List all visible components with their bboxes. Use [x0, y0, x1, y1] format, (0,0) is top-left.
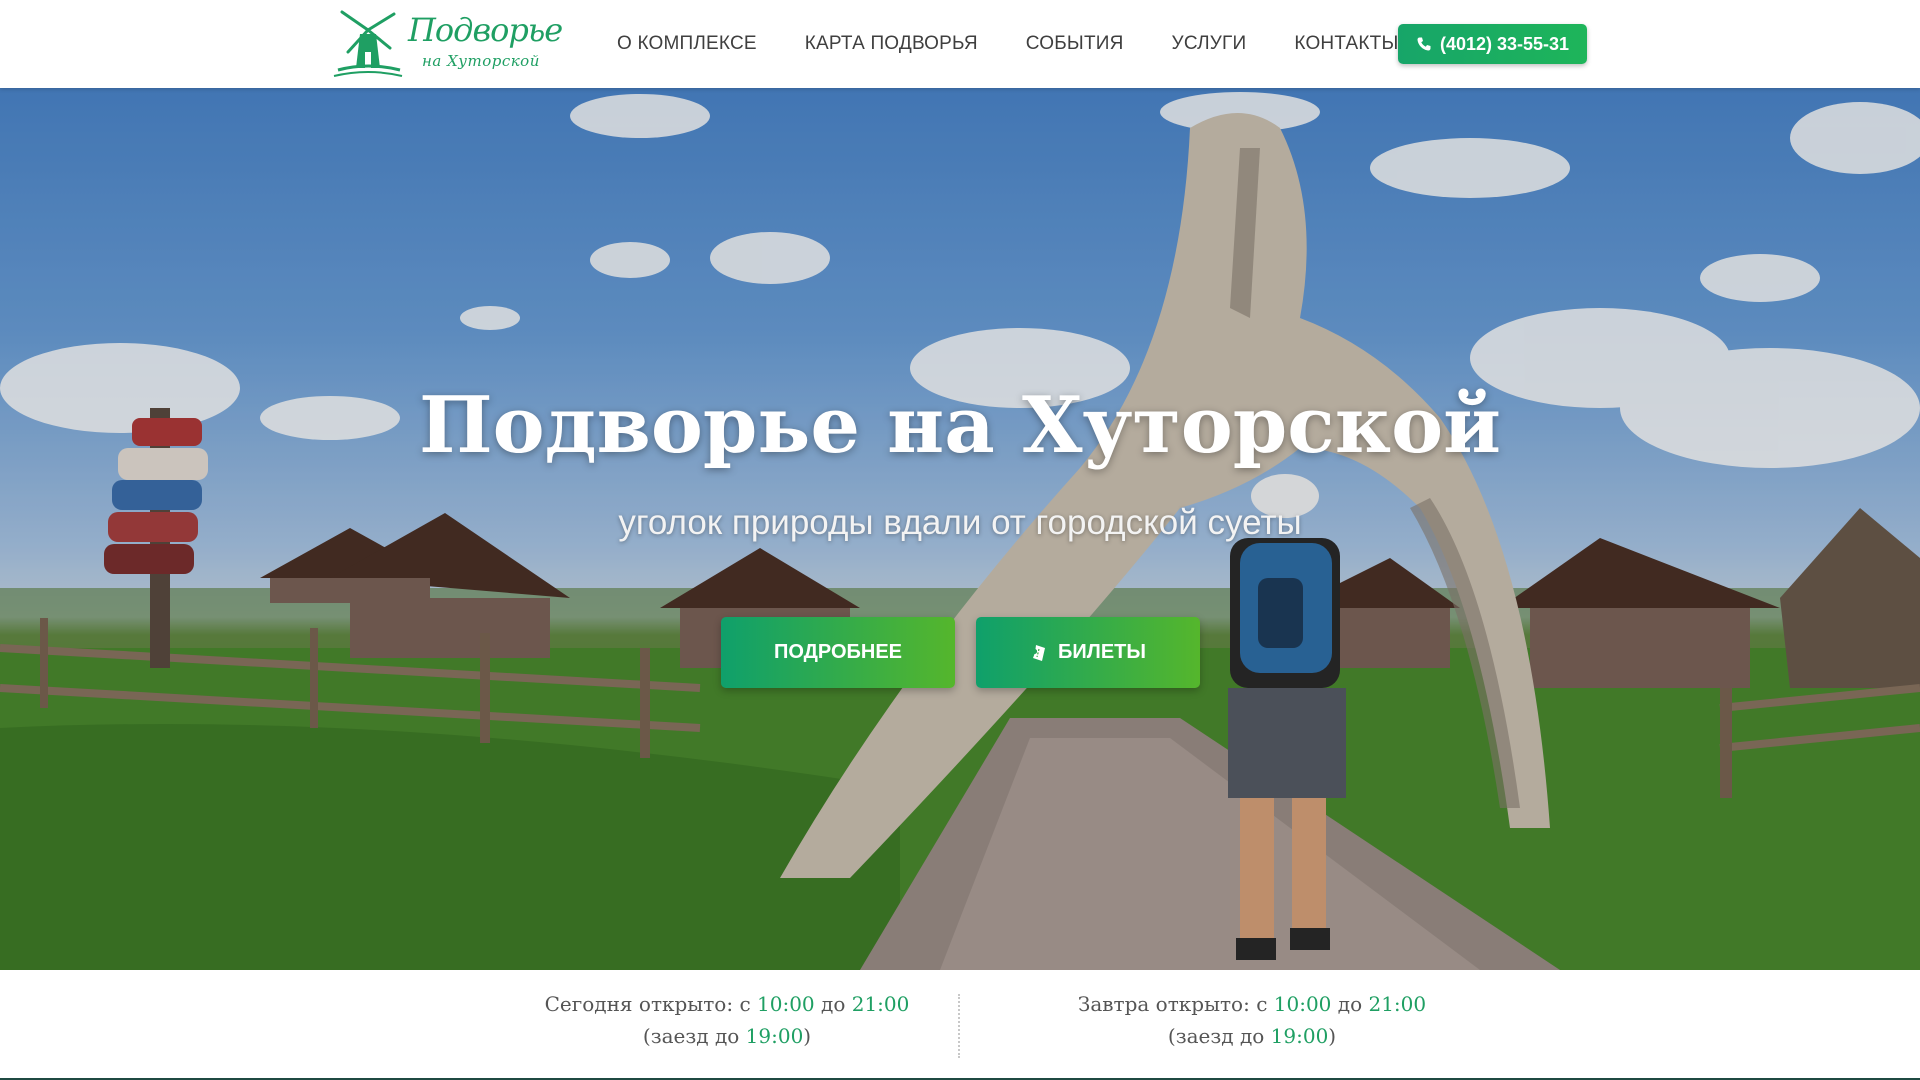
- ticket-icon: [1033, 644, 1046, 661]
- hours-tomorrow-close: 21:00: [1368, 992, 1427, 1016]
- hours-tomorrow-open: 10:00: [1273, 992, 1332, 1016]
- nav-item-about[interactable]: О комплексе: [617, 33, 757, 55]
- hero-banner: Подворье на Хуторской уголок природы вда…: [0, 88, 1920, 970]
- tickets-button-label: Билеты: [1058, 641, 1146, 663]
- hours-tomorrow: Завтра открыто: с 10:00 до 21:00 (заезд …: [1022, 988, 1482, 1052]
- hours-to-word: до: [1337, 992, 1363, 1016]
- nav-item-map[interactable]: Карта подворья: [805, 33, 978, 55]
- hours-today-checkin: 19:00: [745, 1024, 804, 1048]
- phone-number: (4012) 33-55-31: [1439, 33, 1570, 54]
- hours-today-label: Сегодня открыто:: [544, 992, 734, 1016]
- hours-divider: [958, 994, 960, 1058]
- hours-to-word: до: [821, 992, 846, 1016]
- hours-today-open: 10:00: [757, 992, 815, 1016]
- hours-checkin-suffix: ): [1328, 1024, 1337, 1048]
- site-header: Подворье на Хуторской О комплексе Карта …: [0, 0, 1920, 88]
- nav-item-events[interactable]: События: [1026, 33, 1124, 55]
- phone-button[interactable]: (4012) 33-55-31: [1398, 24, 1587, 64]
- opening-hours: Сегодня открыто: с 10:00 до 21:00 (заезд…: [0, 970, 1920, 1080]
- hours-from-word: с: [739, 992, 751, 1016]
- hours-tomorrow-label: Завтра открыто:: [1077, 992, 1250, 1016]
- windmill-icon: [333, 10, 403, 77]
- hours-tomorrow-checkin: 19:00: [1270, 1024, 1329, 1048]
- hero-subtitle: уголок природы вдали от городской суеты: [618, 503, 1302, 542]
- more-button[interactable]: Подробнее: [721, 617, 955, 688]
- hours-today: Сегодня открыто: с 10:00 до 21:00 (заезд…: [497, 988, 957, 1052]
- hours-checkin-prefix: (заезд до: [642, 1024, 740, 1048]
- logo-title: Подворье: [408, 11, 563, 49]
- logo[interactable]: Подворье на Хуторской: [330, 8, 563, 80]
- more-button-label: Подробнее: [773, 641, 903, 663]
- logo-subtitle: на Хуторской: [422, 52, 540, 70]
- hours-checkin-suffix: ): [803, 1024, 812, 1048]
- hero-title: Подворье на Хуторской: [419, 380, 1501, 471]
- nav-item-contacts[interactable]: Контакты: [1294, 33, 1398, 55]
- hours-from-word: с: [1256, 992, 1268, 1016]
- hero-buttons: Подробнее Билеты: [721, 617, 1200, 688]
- hours-checkin-prefix: (заезд до: [1167, 1024, 1265, 1048]
- nav-item-services[interactable]: Услуги: [1172, 33, 1247, 55]
- tickets-button[interactable]: Билеты: [976, 617, 1200, 688]
- main-nav: О комплексе Карта подворья События Услуг…: [617, 0, 1399, 88]
- hours-today-close: 21:00: [851, 992, 910, 1016]
- phone-icon: [1417, 37, 1431, 51]
